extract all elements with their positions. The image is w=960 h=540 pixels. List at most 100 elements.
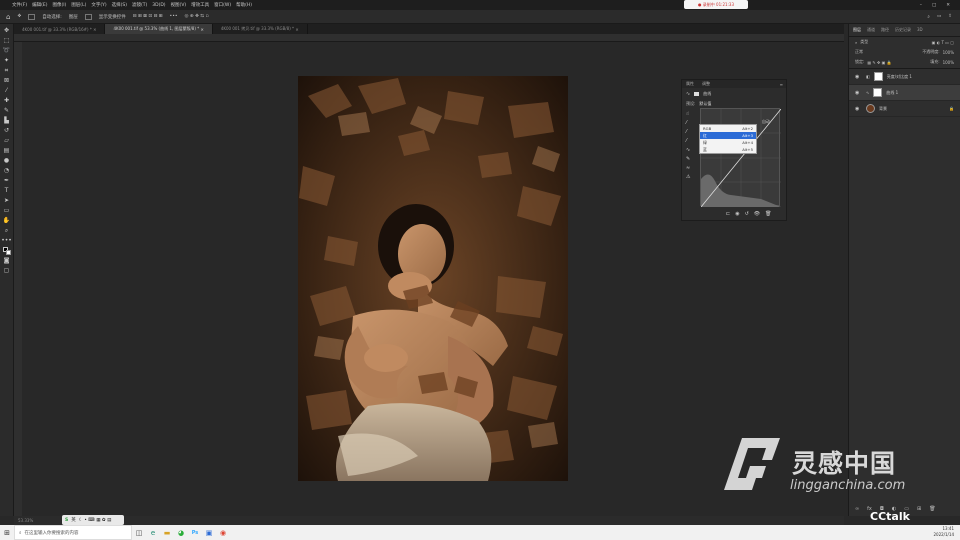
- lock-icons[interactable]: ▦ ✎ ✥ ▣ 🔒: [867, 60, 891, 65]
- view-previous-icon[interactable]: ◉: [735, 211, 739, 217]
- opacity-input[interactable]: 100%: [943, 50, 954, 55]
- tab-adjustments[interactable]: 调整: [702, 81, 710, 87]
- clone-stamp-icon[interactable]: ▙: [3, 117, 11, 125]
- reset-icon[interactable]: ↺: [745, 211, 749, 217]
- white-point-eyedropper-icon[interactable]: ⁄: [686, 138, 692, 144]
- task-view-icon[interactable]: ◫: [132, 525, 146, 540]
- smooth-icon[interactable]: ≈: [686, 165, 692, 171]
- doc-tab[interactable]: 4K00 001 拷贝.tif @ 33.3% (RGB/8) * ✕: [213, 24, 308, 34]
- fill-input[interactable]: 100%: [943, 60, 954, 65]
- menu-edit[interactable]: 编辑(E): [32, 2, 47, 8]
- clip-warning-icon[interactable]: ⚠: [686, 174, 692, 180]
- preset-dropdown[interactable]: 默认值: [699, 101, 711, 107]
- wechat-icon[interactable]: ◕: [174, 525, 188, 540]
- share-icon[interactable]: ⇪: [948, 14, 952, 19]
- layer-mask-thumb[interactable]: [873, 88, 883, 97]
- blur-tool-icon[interactable]: ●: [3, 157, 11, 165]
- hand-tool-icon[interactable]: ✋: [3, 217, 11, 225]
- channel-option-green[interactable]: 绿 Alt+4: [700, 139, 756, 146]
- crop-tool-icon[interactable]: ⌗: [3, 67, 11, 75]
- gray-point-eyedropper-icon[interactable]: ⁄: [686, 129, 692, 135]
- zoom-tool-icon[interactable]: ⌕: [3, 227, 11, 235]
- menu-type[interactable]: 文字(Y): [91, 2, 106, 8]
- history-brush-icon[interactable]: ↺: [3, 127, 11, 135]
- move-tool-icon[interactable]: ✥: [3, 27, 11, 35]
- eye-icon[interactable]: ◉: [855, 74, 862, 80]
- ime-icons[interactable]: ☾ • ⌨ ▦ ✿ ▤: [79, 518, 112, 523]
- visibility-icon[interactable]: 👁: [754, 211, 760, 217]
- menu-3d[interactable]: 3D(D): [152, 3, 165, 8]
- minimize-icon[interactable]: –: [920, 3, 922, 8]
- frame-tool-icon[interactable]: ⊠: [3, 77, 11, 85]
- auto-select-checkbox[interactable]: [28, 13, 36, 20]
- show-transform-checkbox[interactable]: [84, 13, 92, 20]
- menu-view[interactable]: 视图(V): [171, 2, 187, 8]
- tab-history[interactable]: 历史记录: [895, 27, 911, 33]
- tab-paths[interactable]: 路径: [881, 27, 889, 33]
- layer-mask-thumb[interactable]: [873, 72, 883, 81]
- close-icon[interactable]: ✕: [946, 3, 950, 8]
- tab-properties[interactable]: 属性: [686, 81, 694, 87]
- layer-row[interactable]: ◉ ◧ 亮度/对比度 1: [849, 69, 960, 85]
- shape-tool-icon[interactable]: ▭: [3, 207, 11, 215]
- explorer-icon[interactable]: ▬: [160, 525, 174, 540]
- document-image[interactable]: [298, 76, 568, 481]
- channel-dropdown[interactable]: RGB Alt+2 红 Alt+3 绿 Alt+4 蓝 Alt+5: [699, 124, 757, 154]
- layer-select-dropdown[interactable]: 图层: [69, 14, 78, 20]
- menu-image[interactable]: 图像(I): [52, 2, 66, 8]
- menu-help[interactable]: 帮助(H): [236, 2, 252, 8]
- home-icon[interactable]: ⌂: [6, 13, 10, 21]
- zoom-level[interactable]: 53.33%: [18, 518, 33, 523]
- photoshop-icon[interactable]: Ps: [188, 525, 202, 540]
- ime-logo-icon[interactable]: S: [65, 518, 68, 523]
- panel-menu-icon[interactable]: ≡: [780, 82, 783, 87]
- eraser-icon[interactable]: ▱: [3, 137, 11, 145]
- pen-tool-icon[interactable]: ✒: [3, 177, 11, 185]
- doc-tab-active[interactable]: 4K00 001.tif @ 53.3% (曲线 1, 图层蒙版/8) * ✕: [105, 24, 213, 34]
- gradient-tool-icon[interactable]: ▤: [3, 147, 11, 155]
- mask-icon[interactable]: [694, 92, 700, 96]
- app-icon-2[interactable]: ◉: [216, 525, 230, 540]
- lasso-tool-icon[interactable]: ➰: [3, 47, 11, 55]
- healing-brush-icon[interactable]: ✚: [3, 97, 11, 105]
- system-clock[interactable]: 13:41 2022/1/14: [933, 526, 954, 538]
- tab-channels[interactable]: 通道: [867, 27, 875, 33]
- color-swatches-icon[interactable]: [2, 247, 11, 255]
- ime-language[interactable]: 英: [71, 517, 76, 523]
- on-image-adjust-icon[interactable]: ☝: [686, 111, 692, 117]
- layer-row[interactable]: ◉ 背景 🔒: [849, 101, 960, 117]
- marquee-tool-icon[interactable]: ⬚: [3, 37, 11, 45]
- maximize-icon[interactable]: □: [932, 3, 936, 8]
- eye-icon[interactable]: ◉: [855, 106, 862, 112]
- more-tools-icon[interactable]: •••: [1, 237, 12, 245]
- taskbar-search[interactable]: ⌕ 在这里输入你要搜索的内容: [14, 525, 132, 540]
- menu-file[interactable]: 文件(F): [12, 2, 27, 8]
- pencil-draw-icon[interactable]: ✎: [686, 156, 692, 162]
- workspace-icon[interactable]: ▭: [937, 14, 941, 19]
- filter-icon[interactable]: ⌕: [855, 40, 857, 45]
- type-tool-icon[interactable]: T: [3, 187, 11, 195]
- search-icon[interactable]: ⌕: [927, 14, 930, 20]
- path-select-icon[interactable]: ➤: [3, 197, 11, 205]
- delete-icon[interactable]: 🗑: [765, 211, 771, 217]
- link-icon[interactable]: ∞: [855, 506, 859, 512]
- menu-filter[interactable]: 滤镜(T): [132, 2, 147, 8]
- channel-option-blue[interactable]: 蓝 Alt+5: [700, 146, 756, 153]
- doc-tab[interactable]: 4K00 001.tif @ 33.3% (RGB/16#) * ✕: [14, 24, 106, 34]
- dodge-tool-icon[interactable]: ◔: [3, 167, 11, 175]
- layer-row-selected[interactable]: ◉ ∿ 曲线 1: [849, 85, 960, 101]
- eyedropper-icon[interactable]: ⁄: [3, 87, 11, 95]
- channel-option-red[interactable]: 红 Alt+3: [700, 132, 756, 139]
- layer-kind-dropdown[interactable]: 类型: [860, 39, 868, 45]
- magic-wand-icon[interactable]: ✦: [3, 57, 11, 65]
- brush-tool-icon[interactable]: ✎: [3, 107, 11, 115]
- menu-select[interactable]: 选择(S): [112, 2, 127, 8]
- menu-plugins[interactable]: 增效工具: [191, 2, 209, 8]
- app-icon[interactable]: ▣: [202, 525, 216, 540]
- curve-edit-icon[interactable]: ∿: [686, 147, 692, 153]
- clip-to-layer-icon[interactable]: ⊏: [726, 211, 730, 217]
- edge-icon[interactable]: e: [146, 525, 160, 540]
- quick-mask-icon[interactable]: ◙: [3, 257, 11, 265]
- 3d-mode-icons[interactable]: ◎ ⊕ ✥ ⇆ ▫: [185, 14, 209, 19]
- auto-button[interactable]: 自动: [762, 119, 770, 125]
